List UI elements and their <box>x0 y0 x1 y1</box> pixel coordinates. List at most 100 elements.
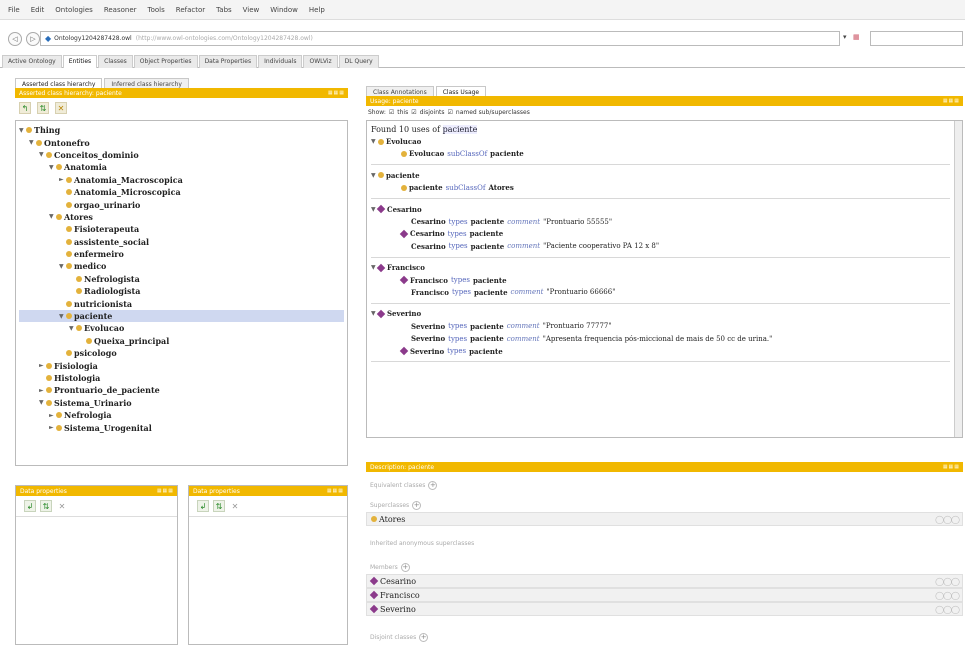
usage-axiom[interactable]: Evolucao subClassOf paciente <box>371 148 950 160</box>
add-member-icon[interactable]: + <box>400 562 410 572</box>
collapse-icon[interactable]: ▼ <box>69 325 76 332</box>
tree-node[interactable]: ▼ Thing <box>19 124 344 136</box>
ontology-address[interactable]: ◆ Ontology1204287428.owl (http://www.owl… <box>40 31 840 46</box>
menu-item[interactable]: View <box>243 6 260 14</box>
delete-property-icon[interactable]: ✕ <box>56 500 68 512</box>
menu-item[interactable]: Ontologies <box>55 6 93 14</box>
usage-axiom[interactable]: Cesarino types paciente comment "Prontuario … <box>371 215 950 227</box>
view-controls-icon[interactable]: ▦▦▦ <box>328 90 345 96</box>
menu-item[interactable]: Reasoner <box>104 6 137 14</box>
row-controls-icon[interactable]: ◯◯◯ <box>935 515 960 524</box>
address-dropdown-icon[interactable]: ▾ <box>843 33 847 41</box>
usage-axiom[interactable]: paciente subClassOf Atores <box>371 182 950 194</box>
tree-node[interactable]: ▼ Conceitos_dominio <box>19 149 344 161</box>
expand-icon[interactable]: ► <box>49 412 56 419</box>
superclass-item[interactable]: Atores ◯◯◯ <box>366 512 963 526</box>
add-equivalent-icon[interactable]: + <box>428 480 438 490</box>
tree-node[interactable]: Queixa_principal <box>19 335 344 347</box>
row-controls-icon[interactable]: ◯◯◯ <box>935 605 960 614</box>
tree-node[interactable]: Radiologista <box>19 285 344 297</box>
tab-active-ontology[interactable]: Active Ontology <box>2 55 62 68</box>
add-superclass-icon[interactable]: + <box>412 500 422 510</box>
tree-node[interactable]: Fisioterapeuta <box>19 223 344 235</box>
add-subclass-icon[interactable]: ↰ <box>19 102 31 114</box>
usage-entity[interactable]: ▼ Francisco <box>371 262 950 274</box>
usage-axiom[interactable]: Severino types paciente comment "Prontuario … <box>371 320 950 332</box>
add-sibling-property-icon[interactable]: ⇅ <box>213 500 225 512</box>
tab-classes[interactable]: Classes <box>98 55 133 68</box>
view-controls-icon[interactable]: ▦▦▦ <box>943 464 960 470</box>
menu-item[interactable]: Edit <box>31 6 45 14</box>
collapse-icon[interactable]: ▼ <box>29 139 36 146</box>
tree-node[interactable]: ► Fisiologia <box>19 359 344 371</box>
tree-node[interactable]: ▼ Anatomia <box>19 161 344 173</box>
collapse-icon[interactable]: ▼ <box>59 313 66 320</box>
view-controls-icon[interactable]: ▦▦▦ <box>943 98 960 104</box>
usage-entity[interactable]: ▼ Evolucao <box>371 135 950 147</box>
collapse-icon[interactable]: ▼ <box>371 138 378 145</box>
tab-individuals[interactable]: Individuals <box>258 55 303 68</box>
collapse-icon[interactable]: ▼ <box>39 399 46 406</box>
tree-node[interactable]: ► Anatomia_Macroscopica <box>19 174 344 186</box>
tab-owlviz[interactable]: OWLViz <box>303 55 338 68</box>
row-controls-icon[interactable]: ◯◯◯ <box>935 591 960 600</box>
menu-item[interactable]: Refactor <box>176 6 205 14</box>
tab-data-properties[interactable]: Data Properties <box>198 55 258 68</box>
tree-node[interactable]: ▼ medico <box>19 260 344 272</box>
disjoints-checkbox[interactable]: ☑ <box>411 109 416 116</box>
expand-icon[interactable]: ► <box>39 362 46 369</box>
delete-class-icon[interactable]: ✕ <box>55 102 67 114</box>
menu-item[interactable]: Help <box>309 6 325 14</box>
collapse-icon[interactable]: ▼ <box>19 127 26 134</box>
tree-node[interactable]: Anatomia_Microscopica <box>19 186 344 198</box>
tree-node[interactable]: enfermeiro <box>19 248 344 260</box>
tree-node[interactable]: assistente_social <box>19 236 344 248</box>
delete-property-icon[interactable]: ✕ <box>229 500 241 512</box>
add-sibling-property-icon[interactable]: ⇅ <box>40 500 52 512</box>
tree-node[interactable]: ▼ Ontonefro <box>19 136 344 148</box>
usage-axiom[interactable]: Francisco types paciente comment "Prontuario… <box>371 286 950 298</box>
tree-node[interactable]: Histologia <box>19 372 344 384</box>
add-disjoint-icon[interactable]: + <box>419 632 429 642</box>
this-checkbox[interactable]: ☑ <box>389 109 394 116</box>
add-sibling-icon[interactable]: ⇅ <box>37 102 49 114</box>
expand-icon[interactable]: ► <box>39 387 46 394</box>
usage-axiom[interactable]: Cesarino types paciente <box>371 228 950 240</box>
usage-entity[interactable]: ▼ paciente <box>371 169 950 181</box>
usage-axiom[interactable]: Francisco types paciente <box>371 274 950 286</box>
usage-axiom[interactable]: Cesarino types paciente comment "Paciente co… <box>371 240 950 252</box>
menu-item[interactable]: Window <box>270 6 298 14</box>
tree-node[interactable]: ► Prontuario_de_paciente <box>19 384 344 396</box>
collapse-icon[interactable]: ▼ <box>49 213 56 220</box>
back-button[interactable]: ◁ <box>8 32 22 46</box>
tab-dl-query[interactable]: DL Query <box>338 55 379 68</box>
expand-icon[interactable]: ► <box>49 424 56 431</box>
tree-node[interactable]: ▼ Atores <box>19 211 344 223</box>
view-controls-icon[interactable]: ▦▦▦ <box>327 488 344 494</box>
tree-node[interactable]: ► Nefrologia <box>19 409 344 421</box>
tree-node[interactable]: nutricionista <box>19 297 344 309</box>
member-item[interactable]: Cesarino ◯◯◯ <box>366 574 963 588</box>
menu-item[interactable]: Tools <box>148 6 165 14</box>
usage-entity[interactable]: ▼ Severino <box>371 308 950 320</box>
forward-button[interactable]: ▷ <box>26 32 40 46</box>
tree-node[interactable]: orgao_urinario <box>19 198 344 210</box>
member-item[interactable]: Francisco ◯◯◯ <box>366 588 963 602</box>
named-checkbox[interactable]: ☑ <box>448 109 453 116</box>
search-options-icon[interactable]: ▦ <box>853 33 860 41</box>
tree-node[interactable]: Nefrologista <box>19 273 344 285</box>
tree-node[interactable]: ▼ Sistema_Urinario <box>19 397 344 409</box>
menu-item[interactable]: File <box>8 6 20 14</box>
search-input[interactable] <box>870 31 963 46</box>
tree-node[interactable]: ▼ Evolucao <box>19 322 344 334</box>
add-property-icon[interactable]: ↲ <box>197 500 209 512</box>
usage-axiom[interactable]: Severino types paciente comment "Apresenta f… <box>371 332 950 344</box>
expand-icon[interactable]: ► <box>59 176 66 183</box>
tab-object-properties[interactable]: Object Properties <box>133 55 198 68</box>
tree-node[interactable]: ► Sistema_Urogenital <box>19 421 344 433</box>
tab-entities[interactable]: Entities <box>62 55 98 68</box>
collapse-icon[interactable]: ▼ <box>39 151 46 158</box>
add-property-icon[interactable]: ↲ <box>24 500 36 512</box>
usage-list[interactable]: Found 10 uses of paciente ▼ Evolucao Evolu… <box>366 120 963 438</box>
usage-entity[interactable]: ▼ Cesarino <box>371 203 950 215</box>
